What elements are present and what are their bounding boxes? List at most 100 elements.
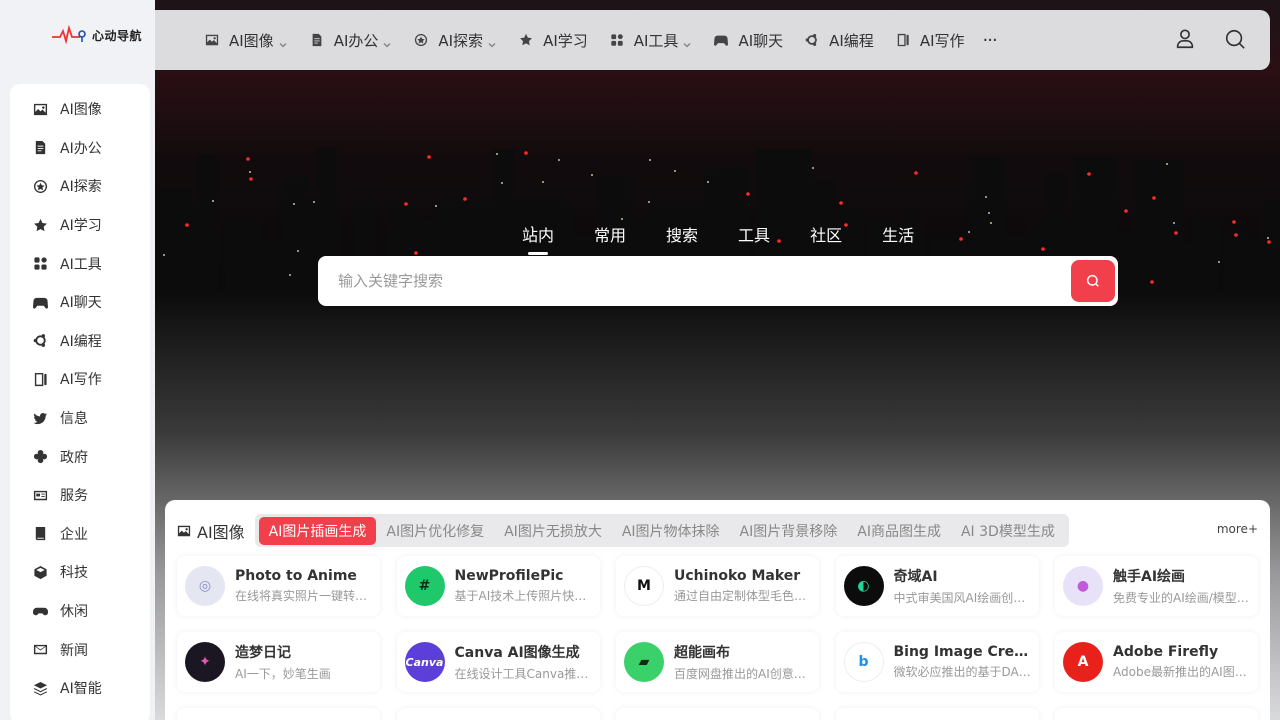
site-card-placeholder[interactable] xyxy=(396,708,600,720)
site-name: 超能画布 xyxy=(674,645,730,661)
logo[interactable]: 心动导航 xyxy=(0,0,155,70)
section-tab-0[interactable]: AI图片插画生成 xyxy=(258,516,377,545)
sidebar-item-11[interactable]: 企业 xyxy=(10,515,150,554)
user-icon[interactable] xyxy=(1174,28,1196,50)
site-logo: ▰ xyxy=(624,642,664,682)
site-name: Uchinoko Maker xyxy=(674,568,801,584)
site-name: Photo to Anime xyxy=(235,568,357,584)
section-tab-6[interactable]: AI 3D模型生成 xyxy=(951,517,1065,545)
sidebar-item-label: 政府 xyxy=(60,449,88,466)
section-tab-4[interactable]: AI图片背景移除 xyxy=(730,517,848,545)
sidebar-item-9[interactable]: 政府 xyxy=(10,437,150,476)
city-light xyxy=(1174,231,1178,235)
sidebar: 心动导航 AI图像 AI办公 AI探索 AI学习 AI工具 AI聊天 AI编程 AI写作信息政… xyxy=(0,0,155,720)
search-icon[interactable] xyxy=(1224,28,1246,50)
site-card-placeholder[interactable] xyxy=(177,708,380,720)
city-light xyxy=(496,153,498,155)
nav-item-label: AI图像 xyxy=(229,31,274,50)
sidebar-item-15[interactable]: AI智能 xyxy=(10,669,150,708)
search-tab-3[interactable]: 工具 xyxy=(738,222,770,246)
sidebar-item-4[interactable]: AI工具 xyxy=(10,244,150,283)
site-card[interactable]: ◐ 奇域AI 中式审美国风AI绘画创作平台 xyxy=(835,556,1039,616)
search-tab-5[interactable]: 生活 xyxy=(882,222,914,246)
section-tab-5[interactable]: AI商品图生成 xyxy=(847,517,951,545)
city-light xyxy=(1166,163,1168,165)
site-card-placeholder[interactable] xyxy=(616,708,819,720)
site-card[interactable]: ✦ 造梦日记 AI一下，妙笔生画 xyxy=(177,632,380,692)
site-card-placeholder[interactable] xyxy=(835,708,1039,720)
nav-item-2[interactable]: AI探索 xyxy=(406,10,505,70)
site-card[interactable]: ● 触手AI绘画免费专业的AI绘画/模型训练平台 xyxy=(1055,556,1258,616)
building xyxy=(1261,198,1280,290)
site-card[interactable]: ◎ Photo to Anime 在线将真实照片一键转换为动漫风格 xyxy=(177,556,380,616)
site-description: 通过自由定制体型毛色等生成宠物图 xyxy=(674,589,811,603)
site-card-grid: ◎ Photo to Anime 在线将真实照片一键转换为动漫风格 # NewProfi… xyxy=(177,556,1259,720)
sidebar-item-12[interactable]: 科技 xyxy=(10,553,150,592)
sidebar-item-1[interactable]: AI办公 xyxy=(10,129,150,168)
site-name: Adobe Firefly xyxy=(1113,644,1219,660)
nav-item-6[interactable]: AI编程 xyxy=(797,10,882,70)
city-light xyxy=(414,251,418,255)
sidebar-menu: AI图像 AI办公 AI探索 AI学习 AI工具 AI聊天 AI编程 AI写作信息政府服务 企业… xyxy=(10,84,150,720)
site-card[interactable]: Canva Canva AI图像生成在线设计工具Canva推出的AI图像生成 xyxy=(396,632,600,692)
search-tab-4[interactable]: 社区 xyxy=(810,222,842,246)
sidebar-item-2[interactable]: AI探索 xyxy=(10,167,150,206)
nav-item-0[interactable]: AI图像 xyxy=(197,10,296,70)
sidebar-item-13[interactable]: 休闲 xyxy=(10,592,150,631)
city-light xyxy=(501,182,503,184)
sidebar-item-label: AI工具 xyxy=(60,256,102,273)
compass-icon xyxy=(32,178,48,194)
sidebar-item-14[interactable]: 新闻 xyxy=(10,630,150,669)
chevron-down-icon xyxy=(382,35,392,48)
city-light xyxy=(1124,209,1128,213)
image-icon xyxy=(32,101,48,117)
apps-icon xyxy=(610,32,626,48)
section-tab-1[interactable]: AI图片优化修复 xyxy=(376,517,494,545)
city-light xyxy=(289,274,291,276)
site-logo: ● xyxy=(1063,566,1103,606)
search-tab-0[interactable]: 站内 xyxy=(522,222,554,255)
site-logo: A xyxy=(1063,642,1103,682)
city-light xyxy=(674,170,676,172)
search-button[interactable] xyxy=(1071,260,1115,302)
chevron-down-icon xyxy=(278,35,288,48)
site-card[interactable]: b Bing Image Creator 微软必应推出的基于DALL·E的AI绘画 xyxy=(835,632,1039,692)
section-tab-3[interactable]: AI图片物体抹除 xyxy=(612,517,730,545)
more-menu-button[interactable]: ··· xyxy=(983,30,998,51)
site-description: Adobe最新推出的AI图片生成工具 xyxy=(1113,665,1250,679)
site-description: 在线设计工具Canva推出的AI图像生成 xyxy=(454,667,592,681)
brand-name: 心动导航 xyxy=(92,28,143,43)
site-card[interactable]: ▰ 超能画布百度网盘推出的AI创意图片生成工具 xyxy=(616,632,819,692)
sidebar-item-7[interactable]: AI写作 xyxy=(10,360,150,399)
sidebar-item-5[interactable]: AI聊天 xyxy=(10,283,150,322)
site-card[interactable]: A Adobe Firefly Adobe最新推出的AI图片生成工具 xyxy=(1055,632,1258,692)
nav-item-4[interactable]: AI工具 xyxy=(602,10,701,70)
sidebar-item-6[interactable]: AI编程 xyxy=(10,322,150,361)
site-description: 微软必应推出的基于DALL·E的AI绘画 xyxy=(893,665,1031,679)
site-card-placeholder[interactable] xyxy=(1055,708,1258,720)
nav-item-1[interactable]: AI办公 xyxy=(302,10,401,70)
chevron-down-icon xyxy=(682,35,692,48)
site-card[interactable]: M Uchinoko Maker 通过自由定制体型毛色等生成宠物图 xyxy=(616,556,819,616)
search-input[interactable] xyxy=(318,256,1071,306)
city-light xyxy=(707,181,709,183)
site-name: NewProfilePic xyxy=(454,568,564,584)
nav-item-5[interactable]: AI聊天 xyxy=(706,10,791,70)
city-light xyxy=(1267,240,1271,244)
search-tab-1[interactable]: 常用 xyxy=(594,222,626,246)
city-light xyxy=(404,202,408,206)
city-light xyxy=(621,218,623,220)
id-card-icon xyxy=(32,487,48,503)
site-card[interactable]: # NewProfilePic 基于AI技术上传照片快速生成头像 xyxy=(396,556,600,616)
search-tab-2[interactable]: 搜索 xyxy=(666,222,698,246)
sidebar-item-10[interactable]: 服务 xyxy=(10,476,150,515)
sidebar-item-8[interactable]: 信息 xyxy=(10,399,150,438)
sidebar-item-label: AI写作 xyxy=(60,372,102,389)
sidebar-item-0[interactable]: AI图像 xyxy=(10,90,150,129)
section-tab-2[interactable]: AI图片无损放大 xyxy=(494,517,612,545)
more-link[interactable]: more+ xyxy=(1217,522,1258,536)
sidebar-item-3[interactable]: AI学习 xyxy=(10,206,150,245)
nav-item-7[interactable]: AI写作 xyxy=(888,10,973,70)
nav-item-3[interactable]: AI学习 xyxy=(511,10,596,70)
twitter-icon xyxy=(32,410,48,426)
